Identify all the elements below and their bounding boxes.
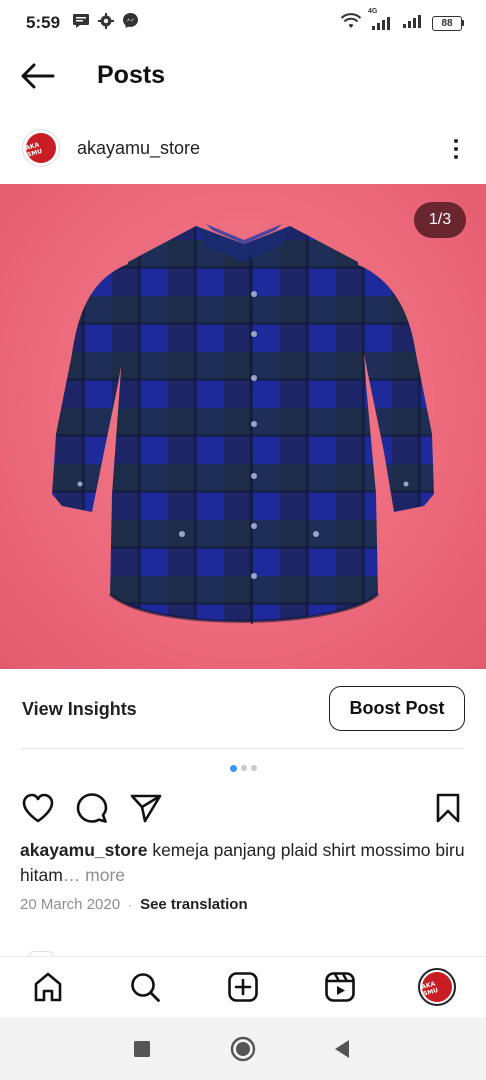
reels-icon [325, 972, 355, 1002]
avatar-logo-text: AKA SMU [24, 141, 43, 159]
view-insights-link[interactable]: View Insights [22, 699, 137, 720]
system-navigation-bar [0, 1017, 486, 1080]
signal-icon: 4G [368, 8, 394, 31]
meta-separator: · [128, 897, 133, 912]
profile-avatar-logo: AKA SMU [420, 972, 452, 1002]
create-icon [228, 972, 258, 1002]
carousel-dot-active [229, 764, 237, 772]
nav-home[interactable] [28, 967, 68, 1007]
carousel-indicator [0, 764, 486, 775]
nav-create[interactable] [223, 967, 263, 1007]
bookmark-icon [436, 793, 460, 823]
bottom-navigation: AKA SMU [0, 956, 486, 1016]
see-translation-link[interactable]: See translation [140, 896, 248, 913]
messenger-icon [122, 12, 139, 34]
page-title: Posts [97, 61, 166, 89]
caption-more-link[interactable]: … more [63, 865, 125, 885]
top-app-bar: Posts [0, 46, 486, 106]
status-notification-icons [72, 12, 139, 34]
nav-reels[interactable] [320, 967, 360, 1007]
profile-avatar: AKA SMU [418, 968, 456, 1006]
back-button[interactable] [20, 60, 56, 92]
status-bar: 5:59 4G 88 [0, 0, 486, 46]
comment-button[interactable] [74, 790, 110, 826]
send-icon [130, 794, 162, 823]
divider [20, 748, 464, 749]
battery-tip [462, 20, 464, 26]
search-icon [131, 973, 160, 1002]
carousel-dot [250, 765, 257, 771]
wifi-icon [340, 12, 362, 34]
home-icon [34, 972, 62, 1002]
promote-actions-row: View Insights Boost Post [0, 686, 486, 734]
signal-icon-2 [402, 13, 424, 34]
engagement-bar [0, 788, 486, 828]
comment-icon [76, 793, 108, 823]
profile-avatar-text: AKA SMU [420, 980, 439, 998]
like-button[interactable] [20, 790, 56, 826]
caption-username[interactable]: akayamu_store [20, 840, 147, 860]
back-triangle-icon [335, 1040, 349, 1058]
home-system-button[interactable] [229, 1035, 257, 1063]
nav-search[interactable] [125, 967, 165, 1007]
recents-square-icon [134, 1041, 150, 1057]
carousel-dot [240, 765, 247, 771]
status-time: 5:59 [26, 13, 61, 32]
heart-icon [22, 793, 54, 823]
battery-level: 88 [432, 15, 462, 31]
more-dot-icon [454, 139, 458, 143]
save-button[interactable] [430, 790, 466, 826]
message-icon [72, 13, 90, 34]
more-dot-icon [454, 147, 458, 151]
image-counter: 1/3 [414, 202, 466, 238]
post-header: AKA SMU akayamu_store [0, 126, 486, 172]
nav-profile[interactable]: AKA SMU [417, 967, 457, 1007]
battery-icon: 88 [432, 15, 464, 31]
more-dot-icon [454, 155, 458, 159]
post-meta: 20 March 2020 · See translation [20, 896, 248, 913]
post-date: 20 March 2020 [20, 896, 121, 913]
more-options-button[interactable] [446, 134, 466, 164]
network-type-label: 4G [368, 8, 378, 15]
status-system-icons: 4G 88 [340, 8, 464, 34]
settings-icon [98, 12, 115, 34]
back-system-button[interactable] [328, 1035, 356, 1063]
post-caption: akayamu_store kemeja panjang plaid shirt… [20, 838, 466, 888]
home-circle-icon [230, 1036, 256, 1062]
avatar-logo: AKA SMU [24, 133, 56, 163]
post-image[interactable]: 1/3 [0, 184, 486, 669]
post-username[interactable]: akayamu_store [77, 138, 200, 159]
arrow-left-icon [21, 63, 55, 89]
share-button[interactable] [128, 790, 164, 826]
recents-button[interactable] [128, 1035, 156, 1063]
avatar[interactable]: AKA SMU [22, 129, 60, 167]
plaid-shirt-image [52, 224, 434, 625]
boost-post-button[interactable]: Boost Post [329, 686, 465, 731]
